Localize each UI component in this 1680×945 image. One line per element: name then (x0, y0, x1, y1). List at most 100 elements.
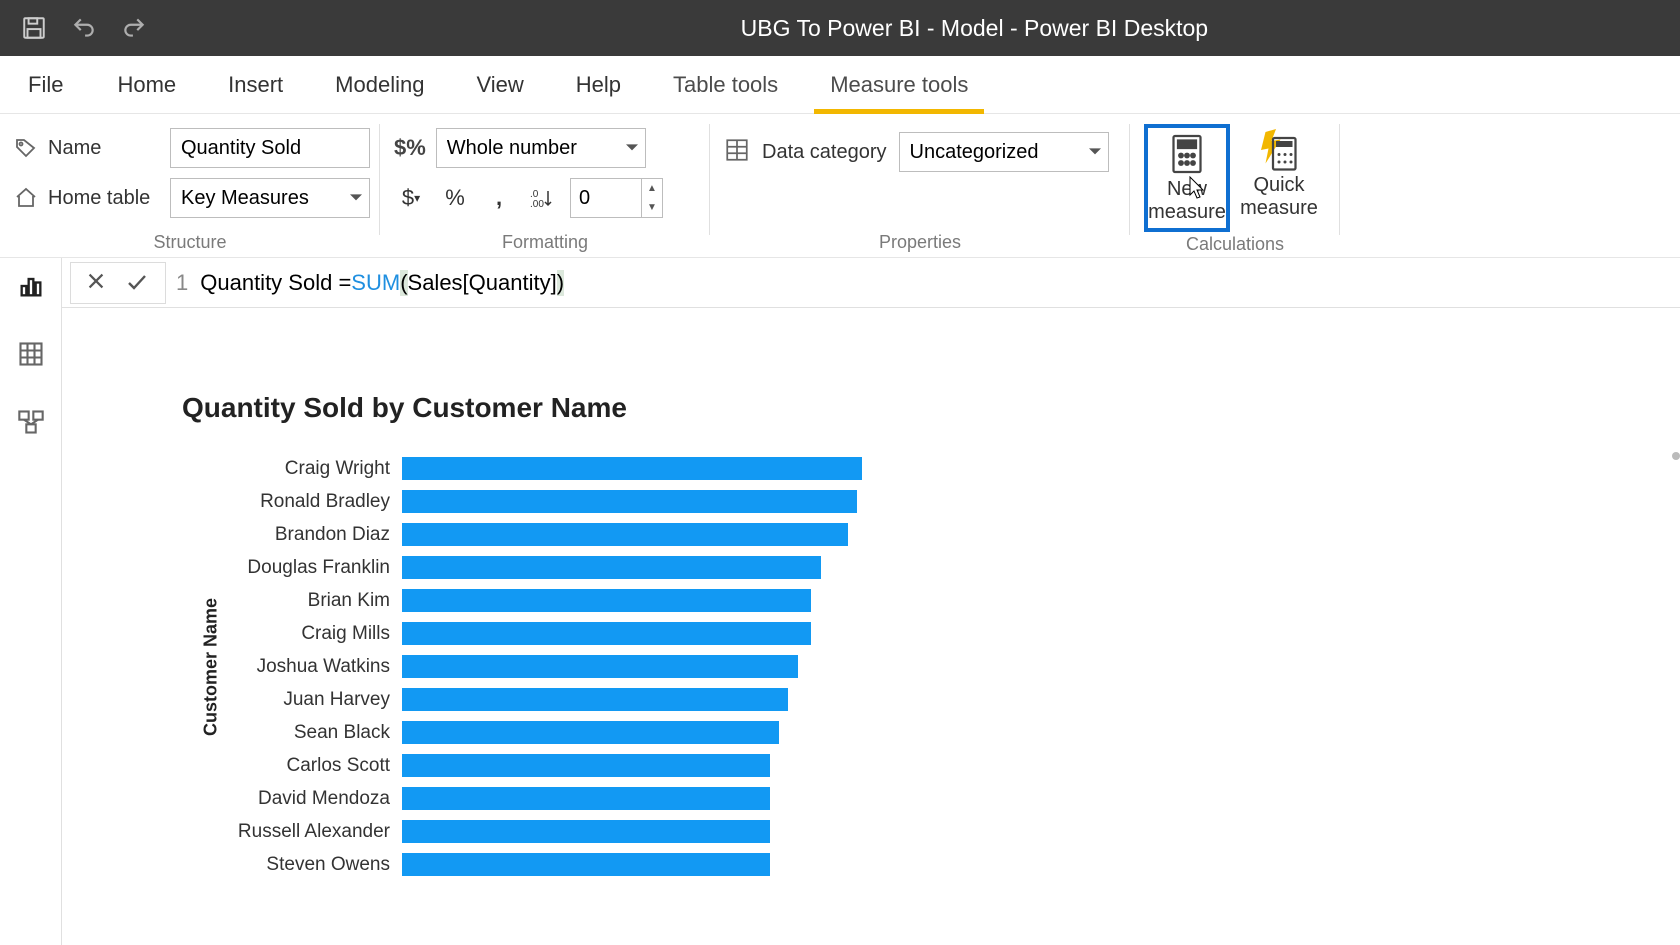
tab-file[interactable]: File (0, 56, 91, 113)
percent-button[interactable]: % (438, 180, 472, 216)
bar-label: Douglas Franklin (202, 557, 402, 579)
bar-row[interactable]: Carlos Scott (202, 749, 1640, 782)
quick-measure-label-2: measure (1240, 197, 1318, 220)
tab-insert[interactable]: Insert (202, 56, 309, 113)
data-category-icon (724, 137, 750, 168)
group-structure: Name Home table Key Measures Structure (0, 114, 380, 257)
spin-up-icon[interactable]: ▲ (642, 179, 662, 198)
bar-label: Russell Alexander (202, 821, 402, 843)
title-bar: UBG To Power BI - Model - Power BI Deskt… (0, 0, 1680, 56)
thousands-button[interactable]: , (482, 180, 516, 216)
group-structure-label: Structure (14, 230, 366, 253)
bar-label: Joshua Watkins (202, 656, 402, 678)
bar-chart[interactable]: Customer Name Craig Wright Ronald Bradley… (202, 452, 1640, 881)
bar-row[interactable]: Juan Harvey (202, 683, 1640, 716)
bar-label: Sean Black (202, 722, 402, 744)
bar-label: Brian Kim (202, 590, 402, 612)
bar[interactable] (402, 556, 821, 579)
bar-row[interactable]: David Mendoza (202, 782, 1640, 815)
bar[interactable] (402, 457, 862, 480)
new-measure-label-2: measure (1148, 201, 1226, 224)
bar[interactable] (402, 787, 770, 810)
currency-button[interactable]: $▾ (394, 180, 428, 216)
bar-row[interactable]: Joshua Watkins (202, 650, 1640, 683)
bar[interactable] (402, 688, 788, 711)
quick-calculator-icon (1257, 128, 1301, 172)
redo-icon[interactable] (120, 14, 148, 42)
tab-home[interactable]: Home (91, 56, 202, 113)
bar-row[interactable]: Sean Black (202, 716, 1640, 749)
tab-table-tools[interactable]: Table tools (647, 56, 804, 113)
decimals-spinner[interactable]: ▲▼ (570, 178, 663, 218)
tag-icon (14, 136, 38, 160)
bar-row[interactable]: Ronald Bradley (202, 485, 1640, 518)
undo-icon[interactable] (70, 14, 98, 42)
svg-text:.00: .00 (530, 199, 544, 209)
tab-measure-tools[interactable]: Measure tools (804, 56, 994, 113)
format-select[interactable]: Whole number (436, 128, 646, 168)
y-axis-label: Customer Name (201, 597, 222, 735)
bar-label: Carlos Scott (202, 755, 402, 777)
spin-down-icon[interactable]: ▼ (642, 198, 662, 217)
group-calculations-label: Calculations (1144, 232, 1326, 255)
bar-row[interactable]: Douglas Franklin (202, 551, 1640, 584)
bar[interactable] (402, 589, 811, 612)
bar-label: David Mendoza (202, 788, 402, 810)
home-icon (14, 186, 38, 210)
quick-measure-button[interactable]: Quick measure (1236, 124, 1322, 224)
name-label: Name (48, 137, 160, 160)
bar[interactable] (402, 853, 770, 876)
chart-title: Quantity Sold by Customer Name (182, 392, 1640, 424)
bar[interactable] (402, 523, 848, 546)
group-formatting: $% Whole number $▾ % , .0.00 (380, 114, 710, 257)
group-properties: Data category Uncategorized Properties (710, 114, 1130, 257)
scroll-indicator-icon[interactable] (1672, 452, 1680, 460)
commit-formula-button[interactable] (125, 270, 151, 296)
view-switcher (0, 258, 62, 945)
bar[interactable] (402, 754, 770, 777)
bar-row[interactable]: Craig Mills (202, 617, 1640, 650)
cancel-formula-button[interactable] (85, 270, 111, 296)
bar-row[interactable]: Steven Owens (202, 848, 1640, 881)
bar-label: Brandon Diaz (202, 524, 402, 546)
new-measure-label-1: New (1167, 178, 1207, 201)
decimals-input[interactable] (571, 179, 641, 217)
data-category-select[interactable]: Uncategorized (899, 132, 1109, 172)
measure-name-input[interactable] (170, 128, 370, 168)
data-view-button[interactable] (13, 336, 49, 372)
bar-row[interactable]: Brandon Diaz (202, 518, 1640, 551)
save-icon[interactable] (20, 14, 48, 42)
home-table-select[interactable]: Key Measures (170, 178, 370, 218)
decimal-icon[interactable]: .0.00 (526, 180, 560, 216)
bar-label: Steven Owens (202, 854, 402, 876)
home-table-label: Home table (48, 187, 160, 210)
tab-view[interactable]: View (450, 56, 549, 113)
bar[interactable] (402, 490, 857, 513)
group-formatting-label: Formatting (394, 230, 696, 253)
window-title: UBG To Power BI - Model - Power BI Deskt… (741, 15, 1208, 42)
group-calculations: New measure Quick measure Calculations (1130, 114, 1340, 257)
formula-input[interactable]: 1 Quantity Sold = SUM ( Sales[Quantity] … (166, 270, 564, 296)
bar[interactable] (402, 820, 770, 843)
group-properties-label: Properties (724, 230, 1116, 253)
bar[interactable] (402, 721, 779, 744)
new-measure-button[interactable]: New measure (1144, 124, 1230, 232)
tab-help[interactable]: Help (550, 56, 647, 113)
bar-label: Ronald Bradley (202, 491, 402, 513)
report-canvas[interactable]: Quantity Sold by Customer Name Customer … (62, 312, 1680, 945)
ribbon: Name Home table Key Measures Structure (0, 114, 1680, 258)
bar-row[interactable]: Craig Wright (202, 452, 1640, 485)
bar-row[interactable]: Brian Kim (202, 584, 1640, 617)
model-view-button[interactable] (13, 404, 49, 440)
bar-label: Craig Mills (202, 623, 402, 645)
formula-line-number: 1 (176, 270, 200, 296)
tab-modeling[interactable]: Modeling (309, 56, 450, 113)
bar[interactable] (402, 622, 811, 645)
format-icon: $% (394, 135, 426, 161)
quick-measure-label-1: Quick (1253, 174, 1304, 197)
bar-label: Juan Harvey (202, 689, 402, 711)
formula-bar: 1 Quantity Sold = SUM ( Sales[Quantity] … (0, 258, 1680, 308)
bar-row[interactable]: Russell Alexander (202, 815, 1640, 848)
bar[interactable] (402, 655, 798, 678)
report-view-button[interactable] (13, 268, 49, 304)
